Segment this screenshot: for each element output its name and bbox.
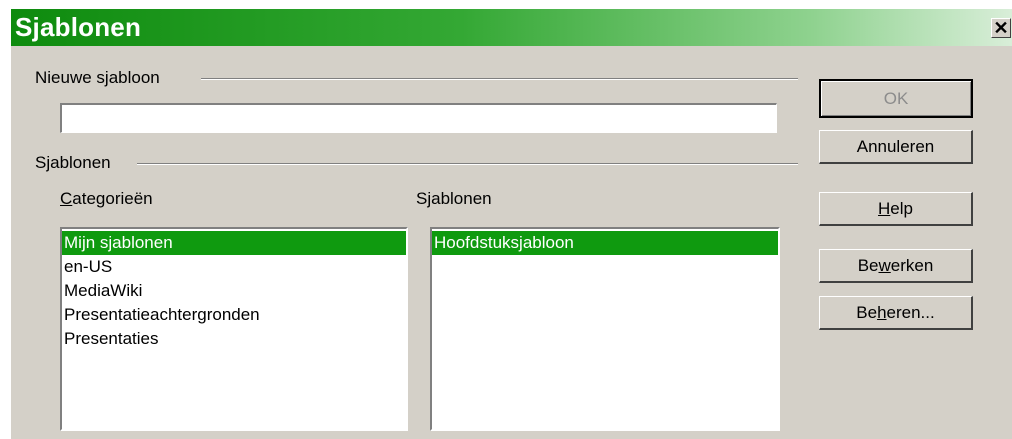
cancel-button[interactable]: Annuleren <box>819 130 973 164</box>
category-item-mediawiki[interactable]: MediaWiki <box>62 279 406 303</box>
templates-listbox[interactable]: Hoofdstuksjabloon <box>430 227 780 431</box>
templates-separator <box>137 163 798 165</box>
new-template-separator <box>201 78 798 80</box>
template-item-hoofdstuksjabloon[interactable]: Hoofdstuksjabloon <box>432 231 778 255</box>
categories-label: Categorieën <box>60 189 153 208</box>
templates-dialog: Sjablonen ✕ Nieuwe sjabloon Sjablonen Ca… <box>10 8 1012 439</box>
manage-button[interactable]: Beheren... <box>819 296 973 330</box>
title-bar[interactable]: Sjablonen ✕ <box>11 9 1012 46</box>
new-template-group-label: Nieuwe sjabloon <box>35 68 160 87</box>
new-template-name-input[interactable] <box>60 103 777 133</box>
edit-button[interactable]: Bewerken <box>819 249 973 283</box>
category-item-mijn-sjablonen[interactable]: Mijn sjablonen <box>62 231 406 255</box>
dialog-title: Sjablonen <box>15 12 142 42</box>
close-icon: ✕ <box>993 18 1009 38</box>
category-item-presentatieachtergronden[interactable]: Presentatieachtergronden <box>62 303 406 327</box>
category-item-presentaties[interactable]: Presentaties <box>62 327 406 351</box>
ok-button[interactable]: OK <box>819 79 973 118</box>
categories-listbox[interactable]: Mijn sjablonen en-US MediaWiki Presentat… <box>60 227 408 431</box>
templates-group-label: Sjablonen <box>35 153 111 172</box>
templates-list-label: Sjablonen <box>416 189 492 208</box>
help-button[interactable]: Help <box>819 192 973 226</box>
category-item-en-us[interactable]: en-US <box>62 255 406 279</box>
close-button[interactable]: ✕ <box>991 18 1011 38</box>
